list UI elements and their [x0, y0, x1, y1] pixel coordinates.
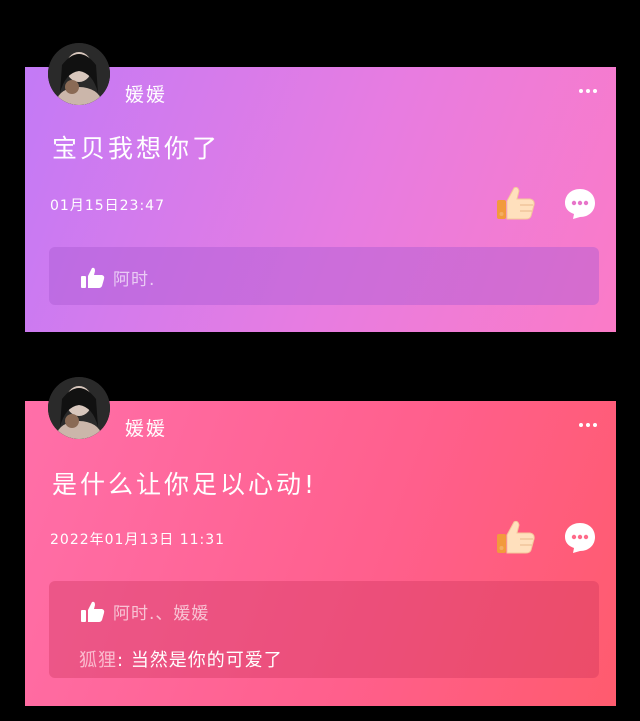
more-dots-icon[interactable] — [576, 419, 600, 431]
post-text: 是什么让你足以心动! — [52, 470, 318, 499]
thumbs-up-icon[interactable] — [496, 519, 536, 555]
comment-row[interactable]: 狐狸: 当然是你的可爱了 — [79, 646, 283, 672]
timestamp: 2022年01月13日 11:31 — [50, 532, 226, 548]
likers-list[interactable]: 阿时. — [113, 265, 155, 290]
comments-box: 阿时. — [49, 247, 599, 305]
more-dots-icon[interactable] — [576, 85, 600, 97]
comments-box: 阿时.、媛媛 狐狸: 当然是你的可爱了 — [49, 581, 599, 678]
username[interactable]: 媛媛 — [125, 414, 167, 441]
comment-text: 当然是你的可爱了 — [130, 650, 283, 671]
post-text: 宝贝我想你了 — [52, 134, 221, 163]
username[interactable]: 媛媛 — [125, 80, 167, 107]
comment-bubble-icon[interactable] — [563, 521, 597, 555]
thumbs-up-icon[interactable] — [496, 185, 536, 221]
thumbs-up-icon — [81, 267, 105, 288]
comment-author[interactable]: 狐狸 — [79, 650, 117, 671]
likes-row: 阿时.、媛媛 — [81, 599, 209, 624]
likes-row: 阿时. — [81, 265, 155, 290]
avatar[interactable] — [48, 377, 110, 439]
moment-card: 媛媛 宝贝我想你了 01月15日23:47 阿时. — [25, 43, 616, 332]
thumbs-up-icon — [81, 601, 105, 622]
comment-separator: : — [117, 650, 125, 671]
moment-card: 媛媛 是什么让你足以心动! 2022年01月13日 11:31 阿时.、媛媛 狐… — [25, 377, 616, 706]
avatar[interactable] — [48, 43, 110, 105]
likers-list[interactable]: 阿时.、媛媛 — [113, 599, 209, 624]
comment-bubble-icon[interactable] — [563, 187, 597, 221]
timestamp: 01月15日23:47 — [50, 198, 165, 214]
